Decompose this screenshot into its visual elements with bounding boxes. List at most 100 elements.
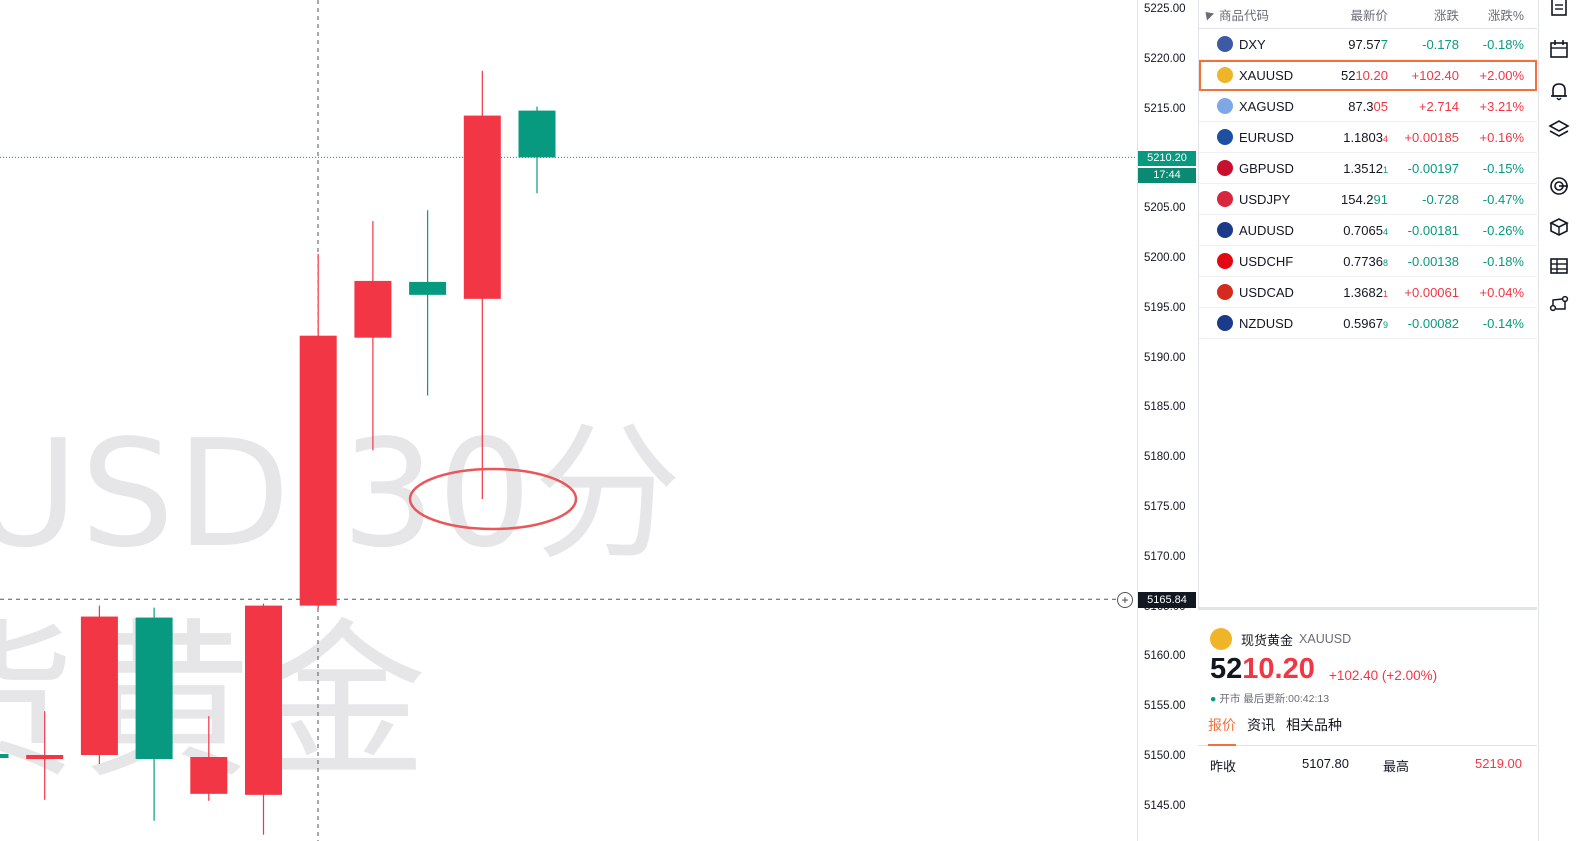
row-pct: -0.14% bbox=[1482, 315, 1524, 331]
candle-body bbox=[190, 757, 228, 794]
axis-label: 5190.00 bbox=[1144, 351, 1186, 364]
row-symbol: AUDUSD bbox=[1199, 222, 1325, 238]
axis-label: 5180.00 bbox=[1144, 451, 1186, 464]
watchlist-row-gbpusd[interactable]: GBPUSD 1.35121 -0.00197 -0.15% bbox=[1199, 153, 1537, 184]
axis-label: 5215.00 bbox=[1144, 102, 1186, 115]
detail-price-tail: 10.20 bbox=[1242, 653, 1315, 685]
row-change: -0.00138 bbox=[1407, 253, 1459, 269]
row-last-base: 97.57 bbox=[1348, 36, 1381, 52]
candle-body bbox=[409, 281, 447, 295]
row-last-base: 0.5967 bbox=[1343, 315, 1383, 331]
price-axis[interactable]: 5225.005220.005215.005210.005205.005200.… bbox=[1137, 0, 1197, 841]
row-pct: -0.18% bbox=[1482, 253, 1524, 269]
candle-body bbox=[299, 335, 337, 606]
watchlist-row-usdchf[interactable]: USDCHF 0.77368 -0.00138 -0.18% bbox=[1199, 246, 1537, 277]
watchlist-row-dxy[interactable]: DXY 97.577 -0.178 -0.18% bbox=[1199, 29, 1537, 60]
watchlist-row-usdjpy[interactable]: USDJPY 154.291 -0.728 -0.47% bbox=[1199, 184, 1537, 215]
watchlist-row-usdcad[interactable]: USDCAD 1.36821 +0.00061 +0.04% bbox=[1199, 277, 1537, 308]
axis-label: 5220.00 bbox=[1144, 52, 1186, 65]
watchlist-row-eurusd[interactable]: EURUSD 1.18034 +0.00185 +0.16% bbox=[1199, 122, 1537, 153]
watchlist-row-audusd[interactable]: AUDUSD 0.70654 -0.00181 -0.26% bbox=[1199, 215, 1537, 246]
row-pct: +0.04% bbox=[1479, 284, 1524, 300]
row-last: 154.291 bbox=[1325, 192, 1388, 207]
row-last: 1.36821 bbox=[1325, 285, 1388, 300]
gold-icon bbox=[1217, 67, 1233, 83]
axis-label: 5225.00 bbox=[1144, 3, 1186, 15]
axis-label: 5185.00 bbox=[1144, 401, 1186, 414]
current-price-tag: 5210.20 bbox=[1138, 151, 1196, 166]
header-symbol-label: 商品代码 bbox=[1219, 8, 1270, 23]
watchlist-rows: DXY 97.577 -0.178 -0.18% XAUUSD 5210.20 +102.4… bbox=[1199, 29, 1537, 339]
tab-news[interactable]: 资讯 bbox=[1247, 714, 1275, 746]
row-last: 1.35121 bbox=[1325, 161, 1388, 176]
row-last-base: 1.1803 bbox=[1343, 129, 1383, 145]
candle-body bbox=[463, 115, 501, 299]
right-toolbar bbox=[1538, 0, 1578, 841]
row-symbol: USDCHF bbox=[1199, 253, 1325, 269]
row-last: 0.77368 bbox=[1325, 254, 1388, 269]
chart-area[interactable]: USD,30分 货黄金 bbox=[0, 0, 1137, 841]
layers-icon[interactable] bbox=[1548, 118, 1570, 140]
header-pct[interactable]: 涨跌% bbox=[1459, 5, 1530, 24]
row-last-tail: 05 bbox=[1373, 98, 1388, 114]
axis-label: 5170.00 bbox=[1144, 550, 1186, 563]
candle-body bbox=[245, 605, 282, 795]
market-status: ● 开市 最后更新:00:42:13 bbox=[1210, 691, 1329, 706]
axis-label: 5155.00 bbox=[1144, 700, 1186, 713]
header-change[interactable]: 涨跌 bbox=[1388, 5, 1459, 24]
calendar-icon[interactable] bbox=[1548, 38, 1570, 60]
watchlist-row-nzdusd[interactable]: NZDUSD 0.59679 -0.00082 -0.14% bbox=[1199, 308, 1537, 339]
axis-label: 5200.00 bbox=[1144, 252, 1186, 264]
watchlist-header: 商品代码 最新价 涨跌 涨跌% bbox=[1199, 0, 1537, 29]
header-symbol[interactable]: 商品代码 bbox=[1199, 5, 1325, 24]
jp-flag-icon bbox=[1217, 191, 1233, 207]
cube-icon[interactable] bbox=[1548, 216, 1570, 238]
target-icon[interactable] bbox=[1548, 175, 1570, 197]
collapse-caret-icon[interactable] bbox=[1201, 7, 1215, 21]
row-change: -0.00197 bbox=[1407, 160, 1459, 176]
row-symbol-label: GBPUSD bbox=[1239, 160, 1294, 176]
detail-change: +102.40 (+2.00%) bbox=[1329, 668, 1438, 683]
crosshair-price-tag: 5165.84 bbox=[1138, 592, 1196, 608]
row-change: +2.714 bbox=[1418, 98, 1459, 114]
row-pct: +2.00% bbox=[1479, 67, 1524, 83]
row-last-base: 0.7065 bbox=[1343, 222, 1383, 238]
prev-close-value: 5107.80 bbox=[1302, 756, 1349, 771]
axis-label: 5175.00 bbox=[1144, 501, 1186, 513]
path-icon[interactable] bbox=[1548, 293, 1570, 315]
tab-quote[interactable]: 报价 bbox=[1208, 714, 1236, 746]
row-last: 97.577 bbox=[1325, 37, 1388, 52]
prev-close-label: 昨收 bbox=[1210, 759, 1237, 774]
tab-related[interactable]: 相关品种 bbox=[1286, 714, 1342, 746]
candle-body bbox=[354, 280, 392, 338]
candle-body bbox=[135, 617, 173, 759]
row-symbol: EURUSD bbox=[1199, 129, 1325, 145]
row-symbol-label: EURUSD bbox=[1239, 129, 1294, 145]
crosshair-add-icon[interactable]: + bbox=[1117, 592, 1133, 608]
row-last-base: 1.3682 bbox=[1343, 284, 1383, 300]
watchlist-row-xagusd[interactable]: XAGUSD 87.305 +2.714 +3.21% bbox=[1199, 91, 1537, 122]
row-last-tail: 91 bbox=[1373, 191, 1388, 207]
row-last: 0.59679 bbox=[1325, 316, 1388, 331]
row-symbol: XAUUSD bbox=[1199, 67, 1325, 83]
bell-icon[interactable] bbox=[1548, 80, 1570, 102]
row-last-base: 0.7736 bbox=[1343, 253, 1383, 269]
row-pct: -0.26% bbox=[1482, 222, 1524, 238]
calendar-list-icon[interactable] bbox=[1548, 0, 1570, 18]
row-symbol: USDCAD bbox=[1199, 284, 1325, 300]
row-last-base: 87.3 bbox=[1348, 98, 1374, 114]
row-symbol-label: XAGUSD bbox=[1239, 98, 1294, 114]
row-last: 5210.20 bbox=[1325, 68, 1388, 83]
candle-body bbox=[518, 110, 556, 158]
table-icon[interactable] bbox=[1548, 255, 1570, 277]
row-symbol: NZDUSD bbox=[1199, 315, 1325, 331]
row-symbol-label: USDCHF bbox=[1239, 253, 1294, 269]
axis-label: 5205.00 bbox=[1144, 202, 1186, 215]
detail-header: 现货黄金 XAUUSD bbox=[1210, 628, 1351, 650]
header-last[interactable]: 最新价 bbox=[1325, 5, 1388, 24]
candlestick-chart[interactable] bbox=[0, 0, 1137, 841]
watchlist-row-xauusd[interactable]: XAUUSD 5210.20 +102.40 +2.00% bbox=[1199, 60, 1537, 91]
axis-label: 5195.00 bbox=[1144, 301, 1186, 314]
detail-tabs: 报价 资讯 相关品种 bbox=[1198, 714, 1537, 746]
candle-body bbox=[0, 754, 9, 758]
